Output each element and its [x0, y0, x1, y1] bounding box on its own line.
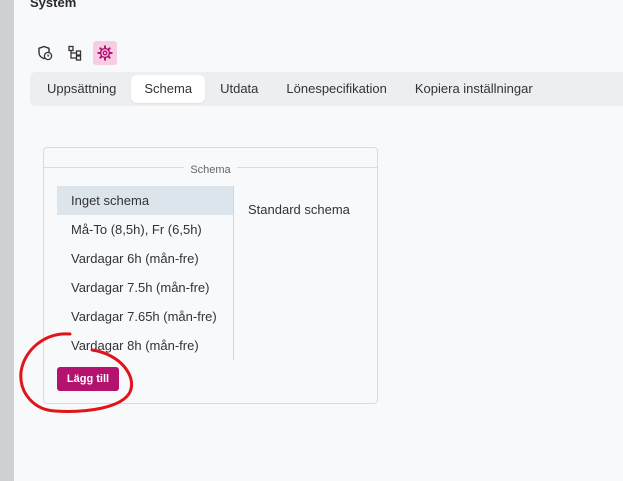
page-title: System	[30, 0, 77, 10]
settings-button[interactable]	[93, 41, 117, 65]
schema-list-item[interactable]: Må-To (8,5h), Fr (6,5h)	[57, 215, 233, 244]
left-edge-strip	[0, 0, 14, 481]
tab-schema[interactable]: Schema	[131, 75, 206, 103]
schema-list-item[interactable]: Vardagar 7.65h (mån-fre)	[57, 302, 233, 331]
tab-kopiera-installningar[interactable]: Kopiera inställningar	[402, 75, 546, 103]
clock-shield-button[interactable]	[33, 41, 57, 65]
tab-bar: Uppsättning Schema Utdata Lönespecifikat…	[30, 72, 623, 106]
schema-list: Inget schema Må-To (8,5h), Fr (6,5h) Var…	[57, 186, 234, 360]
clock-shield-icon	[38, 45, 53, 61]
schema-panel: Schema Inget schema Må-To (8,5h), Fr (6,…	[43, 147, 378, 404]
schema-list-item[interactable]: Vardagar 8h (mån-fre)	[57, 331, 233, 360]
schema-legend-label: Schema	[184, 164, 237, 176]
toolbar-icons	[33, 41, 117, 65]
schema-list-item[interactable]: Vardagar 7.5h (mån-fre)	[57, 273, 233, 302]
hierarchy-button[interactable]	[63, 41, 87, 65]
tab-utdata[interactable]: Utdata	[207, 75, 271, 103]
schema-list-item[interactable]: Vardagar 6h (mån-fre)	[57, 244, 233, 273]
hierarchy-icon	[68, 45, 82, 61]
add-schema-button[interactable]: Lägg till	[57, 367, 119, 391]
schema-list-item[interactable]: Inget schema	[57, 186, 233, 215]
schema-detail-label: Standard schema	[248, 202, 350, 217]
schema-legend: Schema	[44, 160, 377, 178]
tab-lonespecifikation[interactable]: Lönespecifikation	[273, 75, 399, 103]
tab-uppsattning[interactable]: Uppsättning	[34, 75, 129, 103]
gear-icon	[97, 45, 113, 61]
